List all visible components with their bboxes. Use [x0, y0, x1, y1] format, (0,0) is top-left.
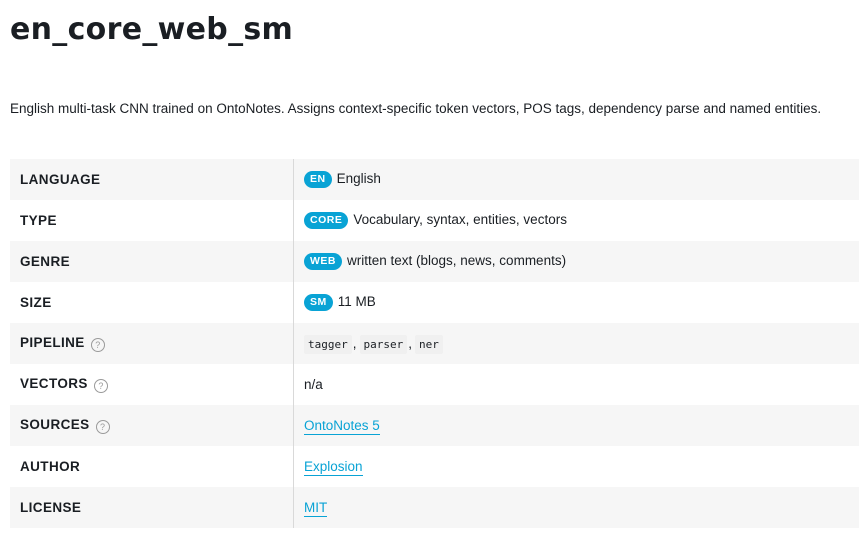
- help-icon[interactable]: ?: [90, 338, 105, 352]
- sources-label-text: SOURCES: [20, 417, 90, 432]
- pipeline-component: parser: [359, 335, 408, 354]
- table-row-sources: SOURCES? OntoNotes 5: [10, 405, 859, 446]
- table-row-vectors: VECTORS? n/a: [10, 364, 859, 405]
- language-label: LANGUAGE: [10, 159, 294, 200]
- language-badge: EN: [304, 171, 332, 188]
- pipeline-component: ner: [415, 335, 443, 354]
- sources-label: SOURCES?: [10, 405, 294, 446]
- table-row-author: AUTHOR Explosion: [10, 446, 859, 487]
- pipeline-value: tagger, parser, ner: [293, 323, 859, 364]
- genre-value: WEB written text (blogs, news, comments): [293, 241, 859, 282]
- language-value: EN English: [293, 159, 859, 200]
- model-page: en_core_web_sm English multi-task CNN tr…: [0, 0, 859, 551]
- table-row-size: SIZE SM 11 MB: [10, 282, 859, 323]
- vectors-label-text: VECTORS: [20, 376, 88, 391]
- genre-label: GENRE: [10, 241, 294, 282]
- table-row-license: LICENSE MIT: [10, 487, 859, 528]
- license-link[interactable]: MIT: [304, 500, 328, 517]
- pipeline-label-text: PIPELINE: [20, 335, 85, 350]
- help-icon[interactable]: ?: [93, 379, 108, 393]
- pipeline-label: PIPELINE?: [10, 323, 294, 364]
- sources-link[interactable]: OntoNotes 5: [304, 418, 380, 435]
- size-badge: SM: [304, 294, 333, 311]
- type-label: TYPE: [10, 200, 294, 241]
- pipeline-separator: ,: [352, 336, 357, 351]
- size-text: 11 MB: [337, 294, 376, 309]
- sources-value: OntoNotes 5: [293, 405, 859, 446]
- vectors-value: n/a: [293, 364, 859, 405]
- pipeline-component: tagger: [304, 335, 352, 354]
- table-row-genre: GENRE WEB written text (blogs, news, comm…: [10, 241, 859, 282]
- size-label: SIZE: [10, 282, 294, 323]
- author-link[interactable]: Explosion: [304, 459, 363, 476]
- author-value: Explosion: [293, 446, 859, 487]
- genre-badge: WEB: [304, 253, 342, 270]
- type-text: Vocabulary, syntax, entities, vectors: [353, 212, 567, 227]
- pipeline-separator: ,: [408, 336, 413, 351]
- genre-text: written text (blogs, news, comments): [347, 253, 567, 268]
- type-value: CORE Vocabulary, syntax, entities, vector…: [293, 200, 859, 241]
- model-description: English multi-task CNN trained on OntoNo…: [10, 101, 822, 116]
- page-title: en_core_web_sm: [10, 12, 294, 47]
- size-value: SM 11 MB: [293, 282, 859, 323]
- help-icon[interactable]: ?: [95, 420, 110, 434]
- license-value: MIT: [293, 487, 859, 528]
- language-text: English: [336, 171, 381, 186]
- license-label: LICENSE: [10, 487, 294, 528]
- model-info-table: LANGUAGE EN English TYPE CORE Vocabulary, …: [10, 159, 859, 528]
- type-badge: CORE: [304, 212, 349, 229]
- table-row-language: LANGUAGE EN English: [10, 159, 859, 200]
- table-row-pipeline: PIPELINE? tagger, parser, ner: [10, 323, 859, 364]
- table-row-type: TYPE CORE Vocabulary, syntax, entities, v…: [10, 200, 859, 241]
- author-label: AUTHOR: [10, 446, 294, 487]
- vectors-label: VECTORS?: [10, 364, 294, 405]
